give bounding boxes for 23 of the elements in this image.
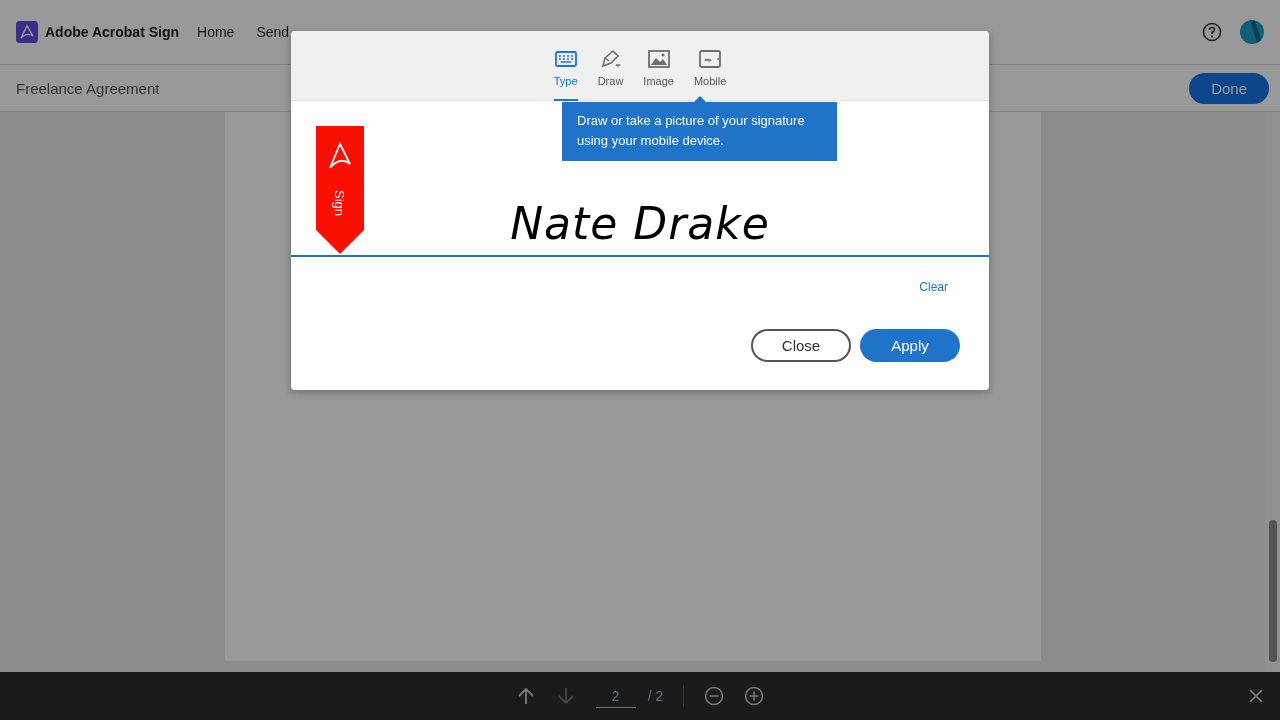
tablet-icon xyxy=(698,47,723,71)
apply-button[interactable]: Apply xyxy=(860,329,960,362)
sign-ribbon: Sign xyxy=(316,126,364,254)
clear-link[interactable]: Clear xyxy=(919,280,948,294)
close-icon[interactable] xyxy=(1248,688,1264,704)
help-icon[interactable] xyxy=(1202,22,1222,42)
zoom-out-icon[interactable] xyxy=(704,686,725,706)
done-button[interactable]: Done xyxy=(1189,72,1269,104)
tooltip: Draw or take a picture of your signature using your mobile device. xyxy=(562,96,837,161)
signature-tab[interactable]: Type xyxy=(553,47,578,101)
zoom-in-icon[interactable] xyxy=(744,686,765,706)
avatar-icon[interactable] xyxy=(1240,20,1264,44)
document-title: Freelance Agreement xyxy=(16,79,160,97)
app-name: Adobe Acrobat Sign xyxy=(45,24,180,40)
scrollbar-thumb[interactable] xyxy=(1269,520,1277,662)
image-icon xyxy=(646,47,671,71)
signature-text: Nate Drake xyxy=(510,198,770,249)
app-logo-icon xyxy=(16,21,38,43)
nav-link[interactable]: Send xyxy=(256,24,290,40)
page-number-field[interactable]: 2 xyxy=(595,684,636,708)
page-total: / 2 xyxy=(647,688,664,704)
close-button[interactable]: Close xyxy=(751,329,851,362)
nav-link[interactable]: Home xyxy=(197,24,235,40)
